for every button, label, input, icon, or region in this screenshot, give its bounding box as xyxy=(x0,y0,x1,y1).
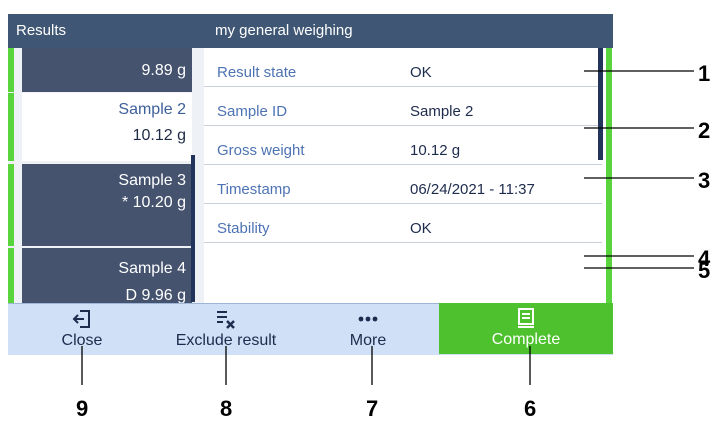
callout-8: 8 xyxy=(220,396,233,421)
callout-3: 3 xyxy=(698,168,711,193)
callout-2: 2 xyxy=(698,118,711,143)
callout-9: 9 xyxy=(76,396,89,421)
callout-5: 5 xyxy=(698,258,711,283)
callout-1: 1 xyxy=(698,61,711,86)
callout-6: 6 xyxy=(524,396,537,421)
callout-leader-lines xyxy=(81,70,694,385)
callout-7: 7 xyxy=(366,396,379,421)
